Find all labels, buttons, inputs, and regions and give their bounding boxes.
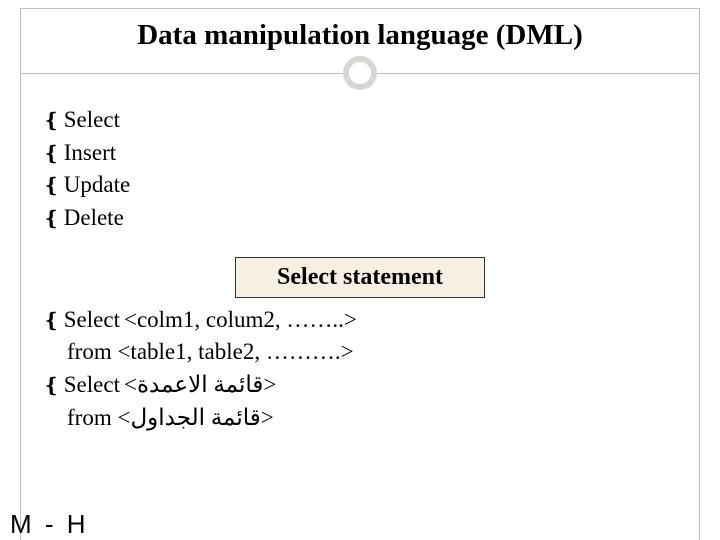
code-keyword: Select bbox=[64, 304, 120, 337]
bullet-icon: ❴ bbox=[43, 307, 60, 335]
bullet-icon: ❴ bbox=[43, 140, 60, 168]
page-title: Data manipulation language (DML) bbox=[21, 19, 699, 52]
list-item: ❴ Select bbox=[43, 104, 677, 137]
bullet-icon: ❴ bbox=[43, 372, 60, 400]
code-text-arabic: <قائمة الجداول> bbox=[117, 405, 273, 430]
statement-box-label: Select statement bbox=[277, 264, 443, 290]
divider bbox=[21, 56, 699, 90]
circle-icon bbox=[343, 56, 377, 90]
bullet-icon: ❴ bbox=[43, 172, 60, 200]
code-line: from <قائمة الجداول> bbox=[43, 402, 677, 435]
list-item-label: Delete bbox=[64, 202, 124, 235]
code-line: ❴ Select <قائمة الاعمدة> bbox=[43, 369, 677, 402]
list-item: ❴ Delete bbox=[43, 202, 677, 235]
list-item-label: Update bbox=[64, 169, 130, 202]
code-text: <colm1, colum2, ……..> bbox=[124, 304, 357, 337]
code-line: from <table1, table2, ……….> bbox=[43, 336, 677, 369]
code-text: from bbox=[67, 405, 117, 430]
code-line: ❴ Select <colm1, colum2, ……..> bbox=[43, 304, 677, 337]
code-text-arabic: <قائمة الاعمدة> bbox=[124, 369, 276, 402]
spacer bbox=[43, 235, 677, 255]
list-item-label: Insert bbox=[64, 137, 116, 170]
content-area: ❴ Select ❴ Insert ❴ Update ❴ Delete Sele… bbox=[21, 90, 699, 434]
bullet-icon: ❴ bbox=[43, 107, 60, 135]
statement-box: Select statement bbox=[235, 257, 485, 298]
list-item: ❴ Update bbox=[43, 169, 677, 202]
footer-label: M - H bbox=[10, 509, 89, 540]
bullet-icon: ❴ bbox=[43, 205, 60, 233]
list-item: ❴ Insert bbox=[43, 137, 677, 170]
code-text: from <table1, table2, ……….> bbox=[67, 339, 354, 364]
list-item-label: Select bbox=[64, 104, 120, 137]
slide-frame: Data manipulation language (DML) ❴ Selec… bbox=[20, 8, 700, 540]
title-block: Data manipulation language (DML) bbox=[21, 9, 699, 52]
code-keyword: Select bbox=[64, 369, 120, 402]
